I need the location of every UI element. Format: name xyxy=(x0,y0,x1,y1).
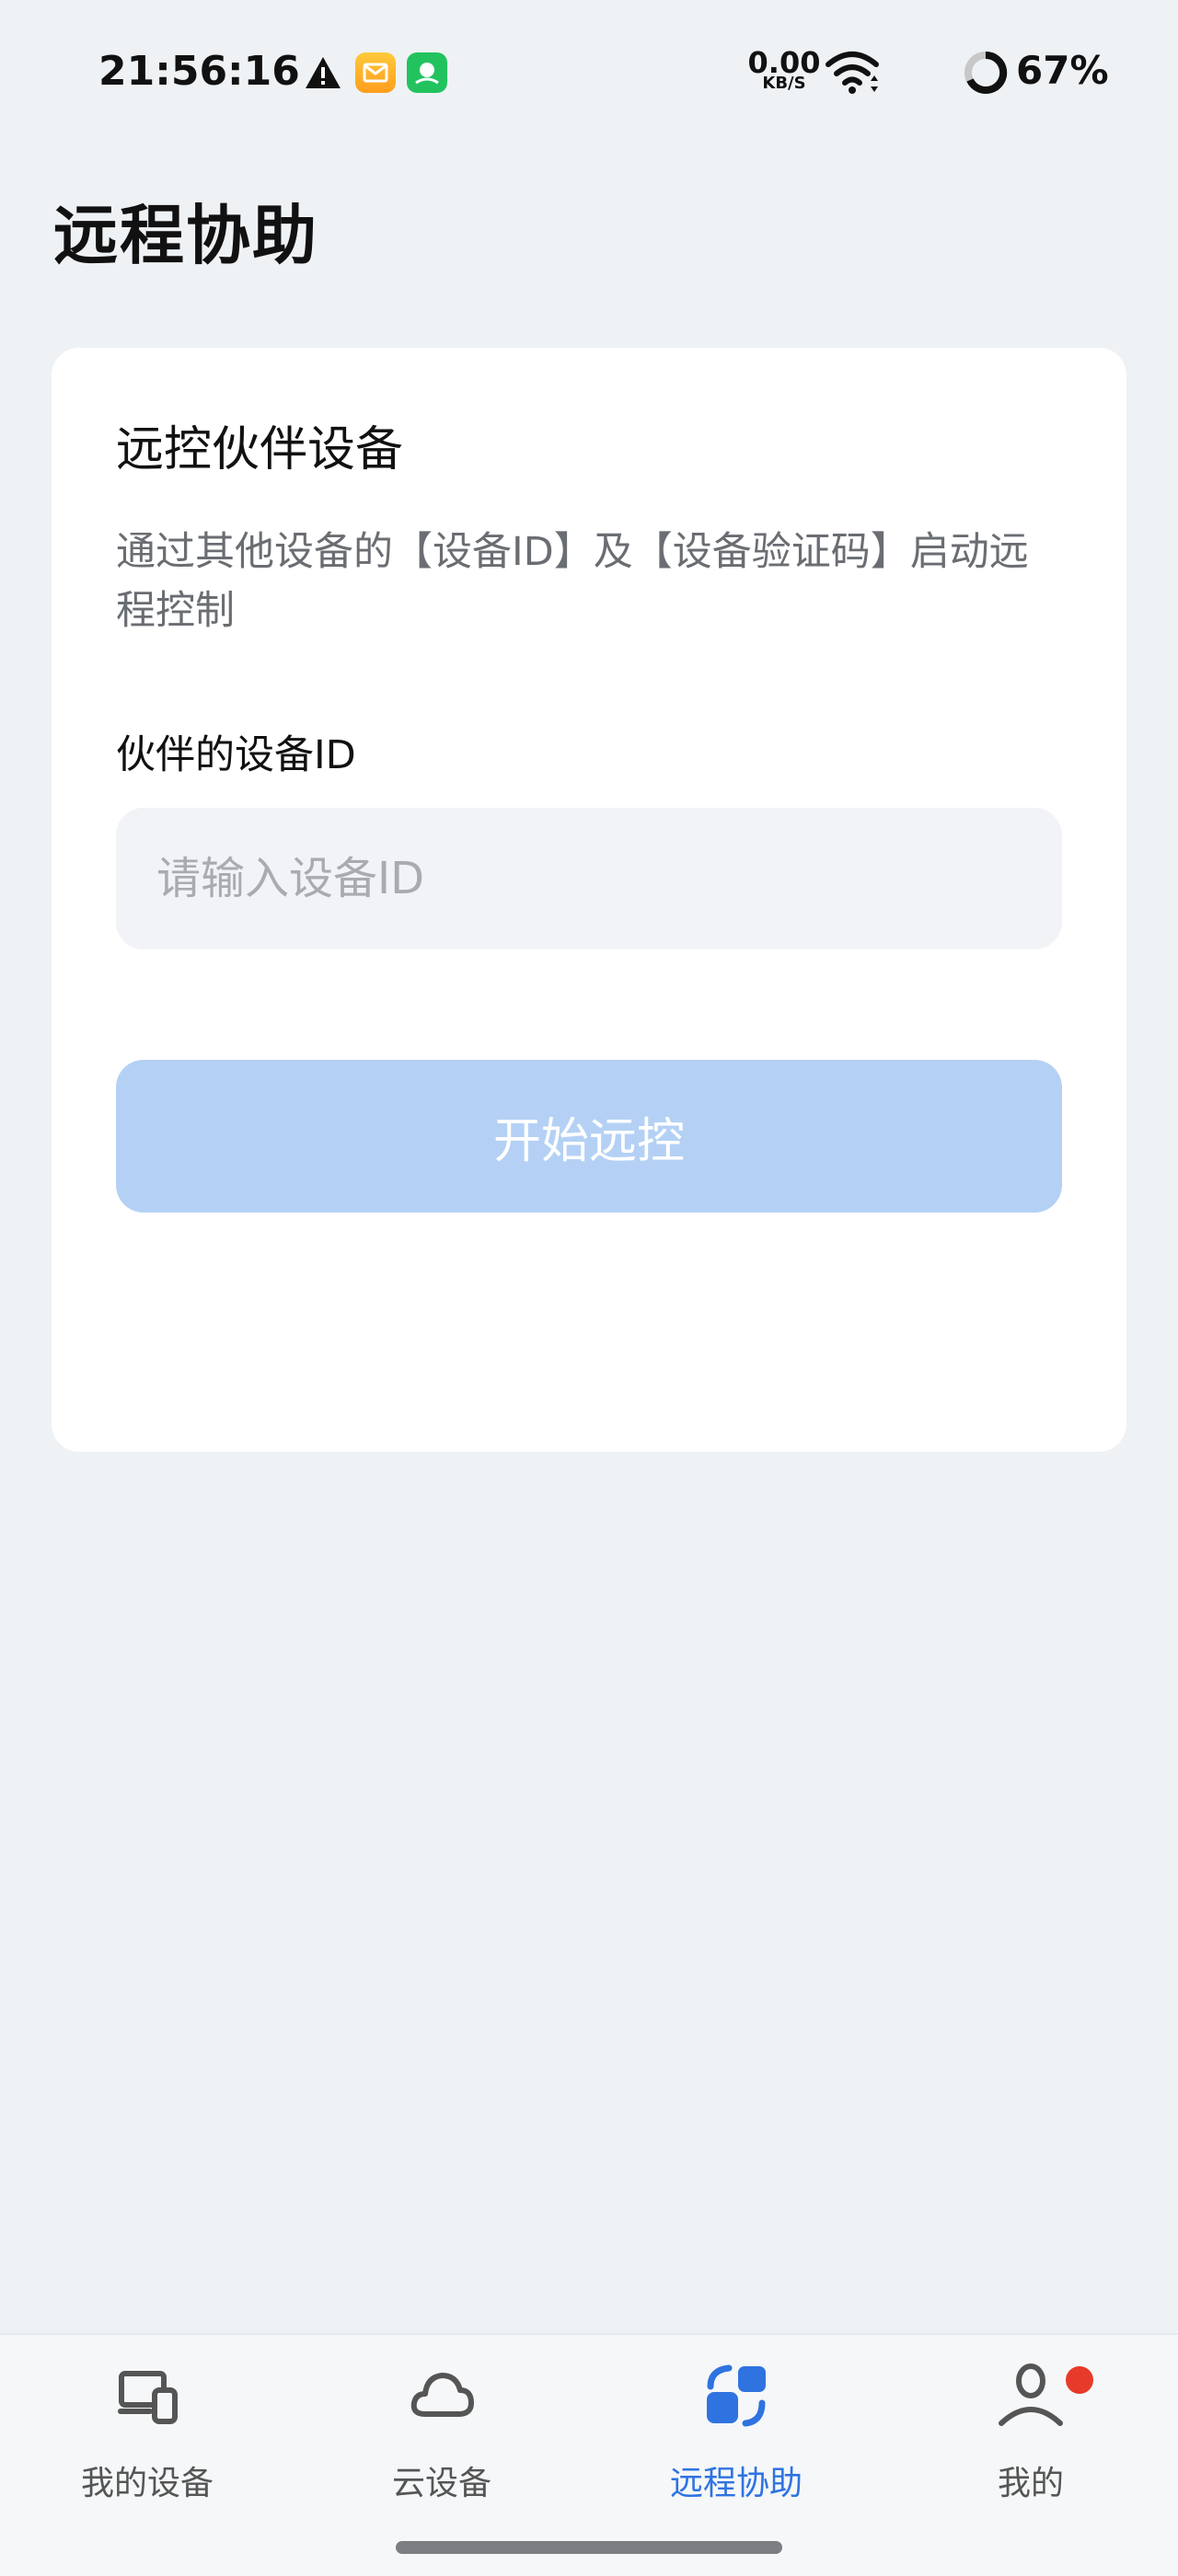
nav-item-me[interactable]: 我的 xyxy=(920,2363,1141,2502)
nav-label: 云设备 xyxy=(391,2465,491,2502)
nav-label: 我的设备 xyxy=(80,2465,214,2502)
start-remote-control-button[interactable]: 开始远控 xyxy=(116,1060,1062,1213)
remote-assist-icon xyxy=(707,2364,766,2427)
status-bar: 21:56:16 0.00 KB/S 67% xyxy=(0,0,1178,147)
devices-icon xyxy=(118,2371,178,2424)
network-speed: 0.00 KB/S xyxy=(747,48,821,92)
app-screen: 21:56:16 0.00 KB/S 67% 远程协助 远控伙伴设备 通过其他设… xyxy=(0,0,1178,2576)
page-title: 远程协助 xyxy=(53,198,318,273)
wifi-icon xyxy=(826,52,879,94)
mail-notification-icon xyxy=(355,52,396,93)
battery-icon xyxy=(964,51,1008,94)
notification-badge xyxy=(1066,2366,1093,2394)
status-time: 21:56:16 xyxy=(98,48,300,95)
nav-item-cloud-devices[interactable]: 云设备 xyxy=(331,2363,552,2502)
warning-icon xyxy=(306,57,341,88)
app-notification-icon xyxy=(407,52,447,93)
nav-label: 我的 xyxy=(997,2465,1064,2502)
nav-item-my-devices[interactable]: 我的设备 xyxy=(37,2363,258,2502)
nav-item-remote-assist[interactable]: 远程协助 xyxy=(626,2363,847,2502)
person-icon xyxy=(999,2363,1063,2426)
bottom-nav: 我的设备 云设备 远程协助 我的 xyxy=(0,2333,1178,2576)
card-title: 远控伙伴设备 xyxy=(116,422,404,477)
cloud-icon xyxy=(410,2373,474,2417)
battery-level: 67% xyxy=(1016,48,1109,93)
device-id-input[interactable] xyxy=(116,808,1062,949)
nav-label: 远程协助 xyxy=(669,2465,803,2502)
card-description: 通过其他设备的【设备ID】及【设备验证码】启动远程控制 xyxy=(116,529,1029,634)
remote-control-card: 远控伙伴设备 通过其他设备的【设备ID】及【设备验证码】启动远程控制 伙伴的设备… xyxy=(52,348,1126,1452)
home-indicator[interactable] xyxy=(396,2541,782,2554)
device-id-label: 伙伴的设备ID xyxy=(116,732,356,778)
